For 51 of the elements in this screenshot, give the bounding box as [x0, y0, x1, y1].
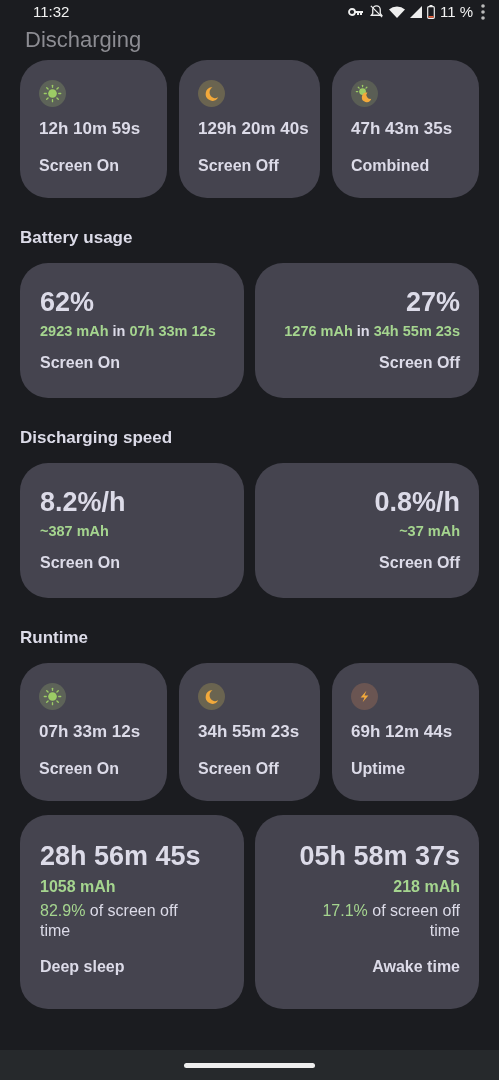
- sun-icon: [39, 683, 66, 710]
- key-icon: [347, 6, 364, 17]
- sleep-mah: 218 mAh: [393, 878, 460, 896]
- more-icon[interactable]: [481, 3, 485, 20]
- duration-value: 07h 33m 12s: [39, 722, 141, 742]
- section-title: Battery usage: [20, 228, 133, 248]
- home-handle[interactable]: [184, 1062, 315, 1068]
- section-title: Discharging speed: [20, 428, 173, 448]
- duration-value: 28h 56m 45s: [40, 841, 201, 872]
- card-label: Screen Off: [198, 157, 279, 175]
- card-label: Screen Off: [379, 354, 460, 372]
- speed-rate: 8.2%/h: [40, 487, 126, 518]
- moon-icon: [198, 80, 225, 107]
- speed-mah: ~37 mAh: [399, 523, 460, 539]
- screen-title: Discharging: [25, 27, 142, 53]
- duration-value: 05h 58m 37s: [299, 841, 460, 872]
- sun-icon: [39, 80, 66, 107]
- sleep-mah: 1058 mAh: [40, 878, 116, 896]
- sun-moon-icon: [351, 80, 378, 107]
- status-time: 11:32: [33, 3, 70, 20]
- section-title: Runtime: [20, 628, 88, 648]
- card-label: Screen Off: [379, 554, 460, 572]
- card-label: Screen On: [40, 354, 121, 372]
- card-label: Combined: [351, 157, 430, 175]
- duration-value: 12h 10m 59s: [39, 119, 141, 139]
- card-label: Uptime: [351, 760, 406, 778]
- duration-value: 129h 20m 40s: [198, 119, 309, 139]
- usage-percent: 27%: [405, 287, 460, 318]
- moon-icon: [198, 683, 225, 710]
- duration-value: 34h 55m 23s: [198, 722, 300, 742]
- card-label: Screen Off: [198, 760, 279, 778]
- card-label: Screen On: [39, 157, 120, 175]
- battery-icon: [426, 4, 435, 19]
- bell-off-icon: [368, 4, 384, 19]
- duration-value: 47h 43m 35s: [351, 119, 453, 139]
- card-label: Deep sleep: [40, 958, 125, 976]
- speed-rate: 0.8%/h: [374, 487, 460, 518]
- signal-icon: [409, 5, 422, 18]
- wifi-icon: [388, 5, 405, 18]
- usage-percent: 62%: [40, 287, 95, 318]
- card-label: Screen On: [39, 760, 120, 778]
- usage-detail: 1276 mAh in 34h 55m 23s: [284, 323, 460, 339]
- share-text: 17.1% of screen off time: [321, 901, 460, 941]
- duration-value: 69h 12m 44s: [351, 722, 453, 742]
- lightning-icon: [351, 683, 378, 710]
- speed-mah: ~387 mAh: [40, 523, 109, 539]
- card-label: Awake time: [372, 958, 460, 976]
- share-text: 82.9% of screen off time: [40, 901, 179, 941]
- usage-detail: 2923 mAh in 07h 33m 12s: [40, 323, 216, 339]
- card-label: Screen On: [40, 554, 121, 572]
- battery-percent: 11 %: [439, 3, 473, 20]
